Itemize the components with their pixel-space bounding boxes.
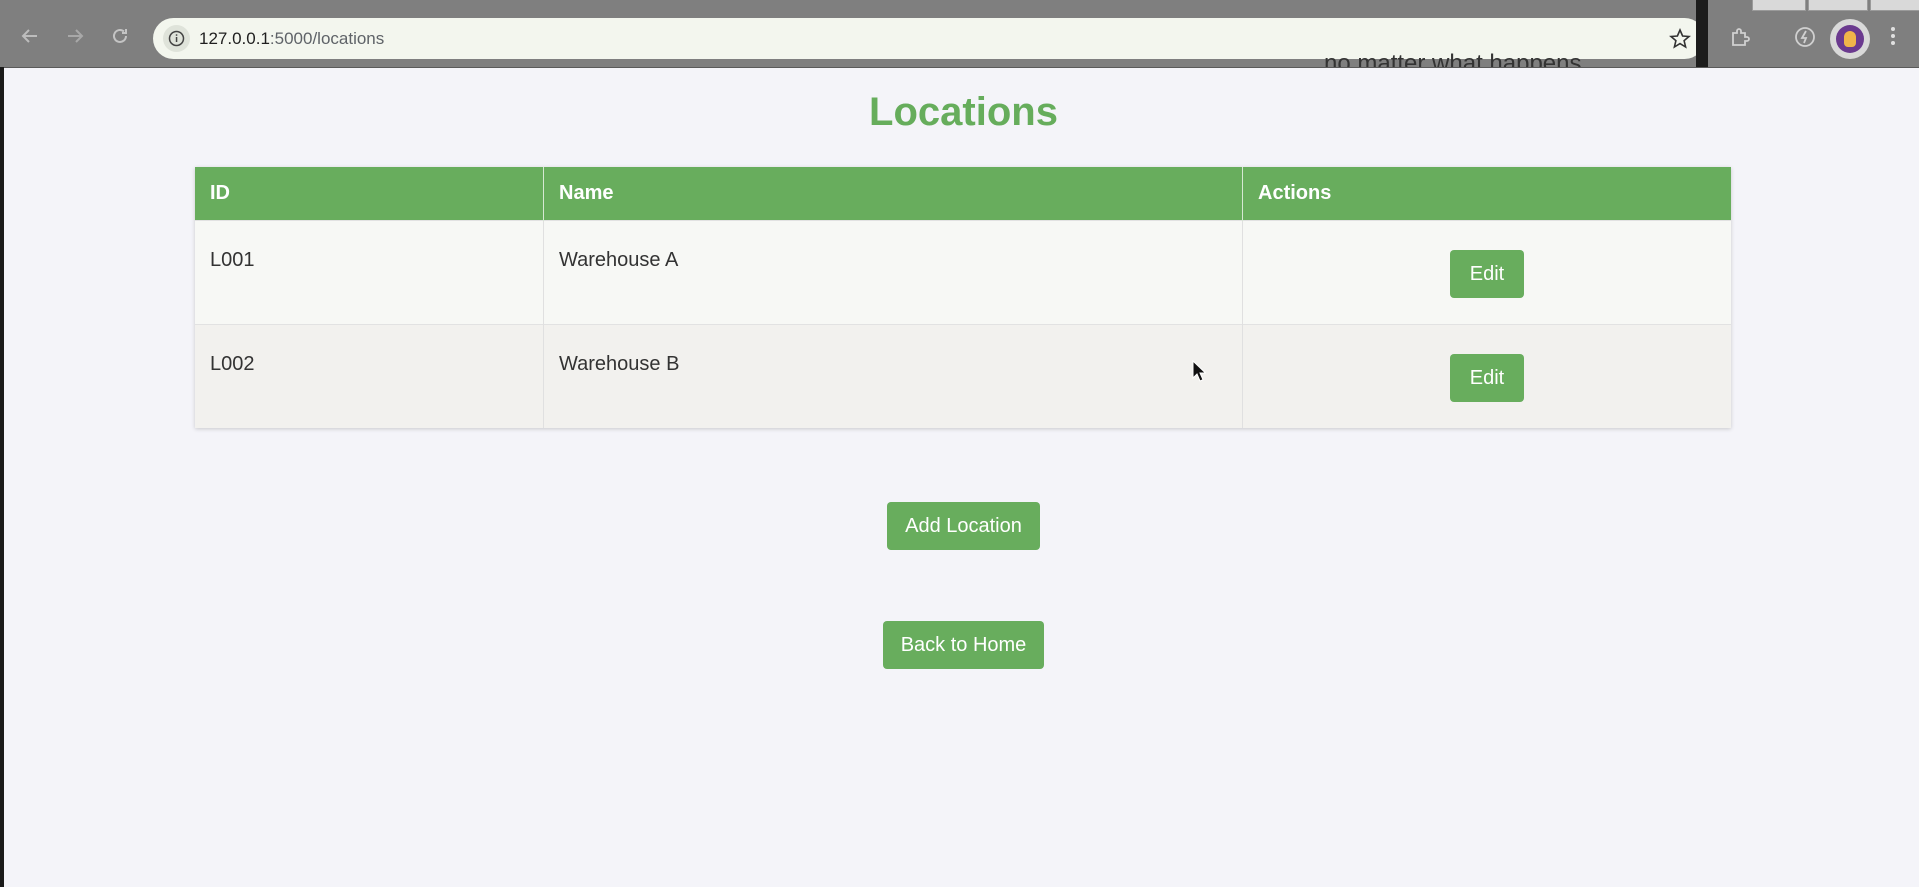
cell-id: L001 <box>195 220 544 325</box>
add-location-container: Add Location <box>0 502 1919 550</box>
location-name: Warehouse B <box>559 353 680 375</box>
browser-toolbar: 127.0.0.1:5000/locations no matter what … <box>0 0 1919 68</box>
cell-id: L002 <box>195 324 544 428</box>
window-tab[interactable] <box>1752 0 1806 11</box>
location-id: L002 <box>210 353 255 375</box>
cell-actions: Edit <box>1242 220 1731 325</box>
url-host: 127.0.0.1 <box>199 29 270 48</box>
window-edge <box>0 67 4 887</box>
cell-actions: Edit <box>1242 324 1731 428</box>
back-home-container: Back to Home <box>0 621 1919 669</box>
edit-button[interactable]: Edit <box>1450 353 1524 402</box>
url-path: :5000/locations <box>269 29 385 48</box>
column-header-name: Name <box>543 167 1243 221</box>
edit-button[interactable]: Edit <box>1450 249 1524 298</box>
forward-arrow-icon[interactable] <box>61 22 89 50</box>
column-header-id: ID <box>195 167 544 221</box>
cell-name: Warehouse A <box>543 220 1243 325</box>
back-to-home-button[interactable]: Back to Home <box>882 621 1045 669</box>
add-location-button[interactable]: Add Location <box>887 502 1040 550</box>
reload-icon[interactable] <box>106 22 134 50</box>
locations-table: ID Name Actions L001 Warehouse A Edit L0… <box>195 167 1731 428</box>
page-title: Locations <box>869 90 1058 134</box>
cell-name: Warehouse B <box>543 324 1243 428</box>
window-tab[interactable] <box>1808 0 1868 11</box>
back-arrow-icon[interactable] <box>16 22 44 50</box>
star-icon[interactable] <box>1669 27 1691 55</box>
url-text: 127.0.0.1:5000/locations <box>199 29 384 49</box>
location-id: L001 <box>210 249 255 271</box>
avatar[interactable] <box>1830 19 1870 59</box>
table-header-row: ID Name Actions <box>195 167 1731 221</box>
table-row: L001 Warehouse A Edit <box>195 220 1731 325</box>
info-icon[interactable] <box>163 25 190 52</box>
location-name: Warehouse A <box>559 249 679 271</box>
window-edge <box>1696 0 1708 67</box>
window-tab[interactable] <box>1870 0 1919 11</box>
background-window-text: no matter what happens <box>1324 50 1582 67</box>
kebab-menu-icon[interactable] <box>1889 25 1897 52</box>
performance-icon[interactable] <box>1793 25 1817 54</box>
puzzle-icon[interactable] <box>1728 25 1752 54</box>
column-header-actions: Actions <box>1242 167 1731 221</box>
table-row: L002 Warehouse B Edit <box>195 324 1731 428</box>
mouse-cursor-icon <box>1192 359 1207 387</box>
